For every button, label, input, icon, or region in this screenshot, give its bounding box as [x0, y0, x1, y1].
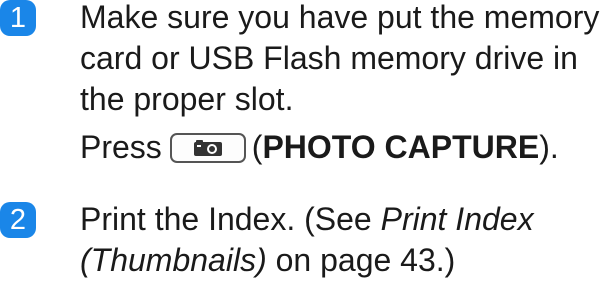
step-number-badge: 1	[0, 0, 36, 36]
press-instruction: Press (PHOTO CAPTURE).	[80, 127, 603, 168]
photo-capture-key	[169, 132, 246, 163]
step-2-text-block: Print the Index. (See Print Index (Thumb…	[80, 199, 603, 281]
step-2-text-before: Print the Index. (See	[80, 201, 381, 237]
open-paren: (	[251, 129, 263, 165]
close-paren: ).	[539, 129, 559, 165]
camera-icon	[193, 139, 222, 156]
photo-capture-label: PHOTO CAPTURE	[262, 129, 540, 165]
press-label: Press	[80, 129, 162, 165]
step-1-instruction: Make sure you have put the memory card o…	[80, 0, 600, 117]
step-number-badge: 2	[0, 202, 36, 238]
step-2-text-after: on page 43.)	[266, 242, 456, 278]
step-1-text-block: Make sure you have put the memory card o…	[80, 0, 603, 168]
